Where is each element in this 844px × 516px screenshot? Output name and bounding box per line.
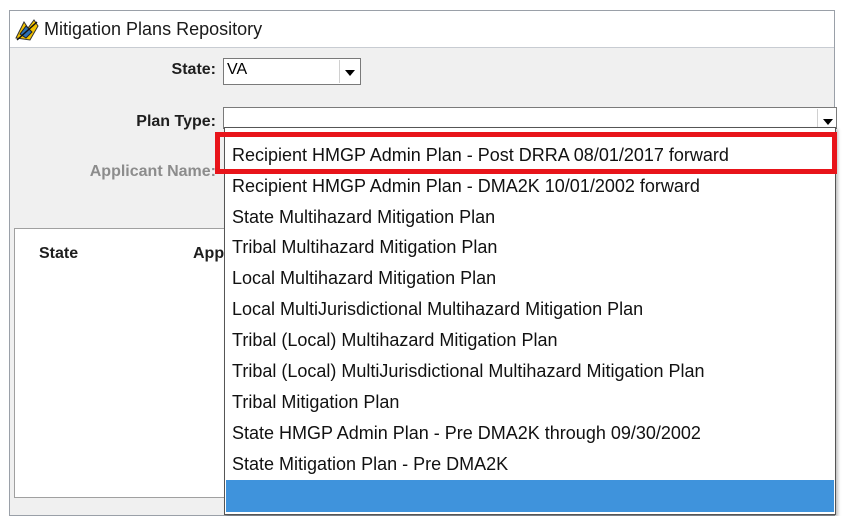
chevron-down-icon[interactable] <box>817 109 835 127</box>
plan-type-option[interactable]: State Mitigation Plan - Pre DMA2K <box>226 449 834 480</box>
plan-type-option[interactable]: Tribal Multihazard Mitigation Plan <box>226 232 834 263</box>
plan-type-select[interactable] <box>223 107 837 129</box>
column-header-state[interactable]: State <box>39 245 78 263</box>
plan-type-dropdown-list[interactable]: Recipient HMGP Admin Plan - Post DRRA 08… <box>224 127 836 515</box>
plan-type-option[interactable]: Local Multihazard Mitigation Plan <box>226 263 834 294</box>
plan-type-option[interactable]: Tribal (Local) Multihazard Mitigation Pl… <box>226 325 834 356</box>
plan-type-option[interactable]: Recipient HMGP Admin Plan - DMA2K 10/01/… <box>226 171 834 202</box>
state-select[interactable]: VA <box>223 58 361 85</box>
plan-type-option[interactable]: Tribal Mitigation Plan <box>226 387 834 418</box>
annotation-highlight-box <box>215 132 837 174</box>
app-icon <box>15 19 39 41</box>
plan-type-option[interactable]: Local MultiJurisdictional Multihazard Mi… <box>226 294 834 325</box>
window-title: Mitigation Plans Repository <box>44 19 263 39</box>
column-header-applicant[interactable]: App <box>193 245 224 263</box>
plan-type-label: Plan Type: <box>136 113 216 130</box>
title-bar: Mitigation Plans Repository <box>10 11 834 48</box>
plan-type-option[interactable]: State Multihazard Mitigation Plan <box>226 202 834 233</box>
plan-type-option-empty-selected[interactable] <box>226 480 834 512</box>
state-select-value: VA <box>227 61 248 78</box>
chevron-down-icon[interactable] <box>339 60 359 83</box>
applicant-name-label: Applicant Name: <box>89 163 216 180</box>
plan-type-option[interactable]: State HMGP Admin Plan - Pre DMA2K throug… <box>226 418 834 449</box>
plan-type-option[interactable]: Tribal (Local) MultiJurisdictional Multi… <box>226 356 834 387</box>
state-label: State: <box>171 61 216 78</box>
